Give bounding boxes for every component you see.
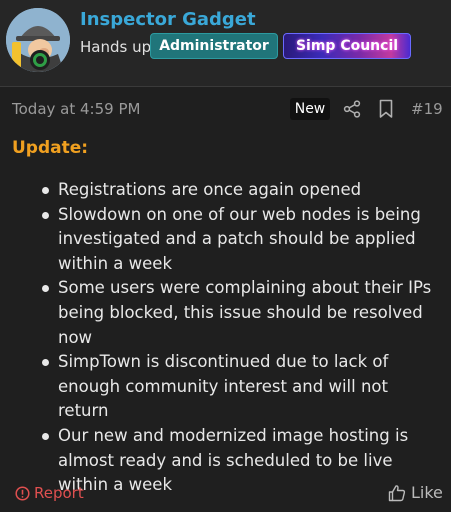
username[interactable]: Inspector Gadget — [80, 9, 256, 30]
report-button[interactable]: Report — [15, 484, 84, 502]
report-icon — [15, 485, 30, 501]
simp-council-badge: Simp Council — [283, 33, 411, 59]
list-item: Some users were complaining about their … — [42, 276, 442, 350]
online-status-icon — [30, 50, 50, 70]
list-item: Our new and modernized image hosting is … — [42, 424, 442, 498]
administrator-badge: Administrator — [150, 33, 278, 59]
new-badge: New — [290, 98, 330, 120]
update-heading: Update: — [12, 138, 89, 158]
user-title: Hands up — [80, 38, 152, 56]
thumbs-up-icon — [388, 484, 406, 501]
update-list: Registrations are once again opened Slow… — [42, 178, 442, 498]
post-number[interactable]: #19 — [411, 100, 443, 118]
post-header: Inspector Gadget Hands up Administrator … — [0, 0, 451, 86]
post-timestamp[interactable]: Today at 4:59 PM — [12, 100, 140, 118]
bookmark-icon[interactable] — [378, 99, 394, 119]
like-button[interactable]: Like — [388, 483, 443, 502]
list-item: SimpTown is discontinued due to lack of … — [42, 350, 442, 424]
like-label: Like — [411, 483, 443, 502]
share-icon[interactable] — [343, 100, 361, 118]
header-divider — [0, 86, 451, 87]
list-item: Registrations are once again opened — [42, 178, 442, 203]
report-label: Report — [34, 484, 84, 502]
list-item: Slowdown on one of our web nodes is bein… — [42, 203, 442, 277]
